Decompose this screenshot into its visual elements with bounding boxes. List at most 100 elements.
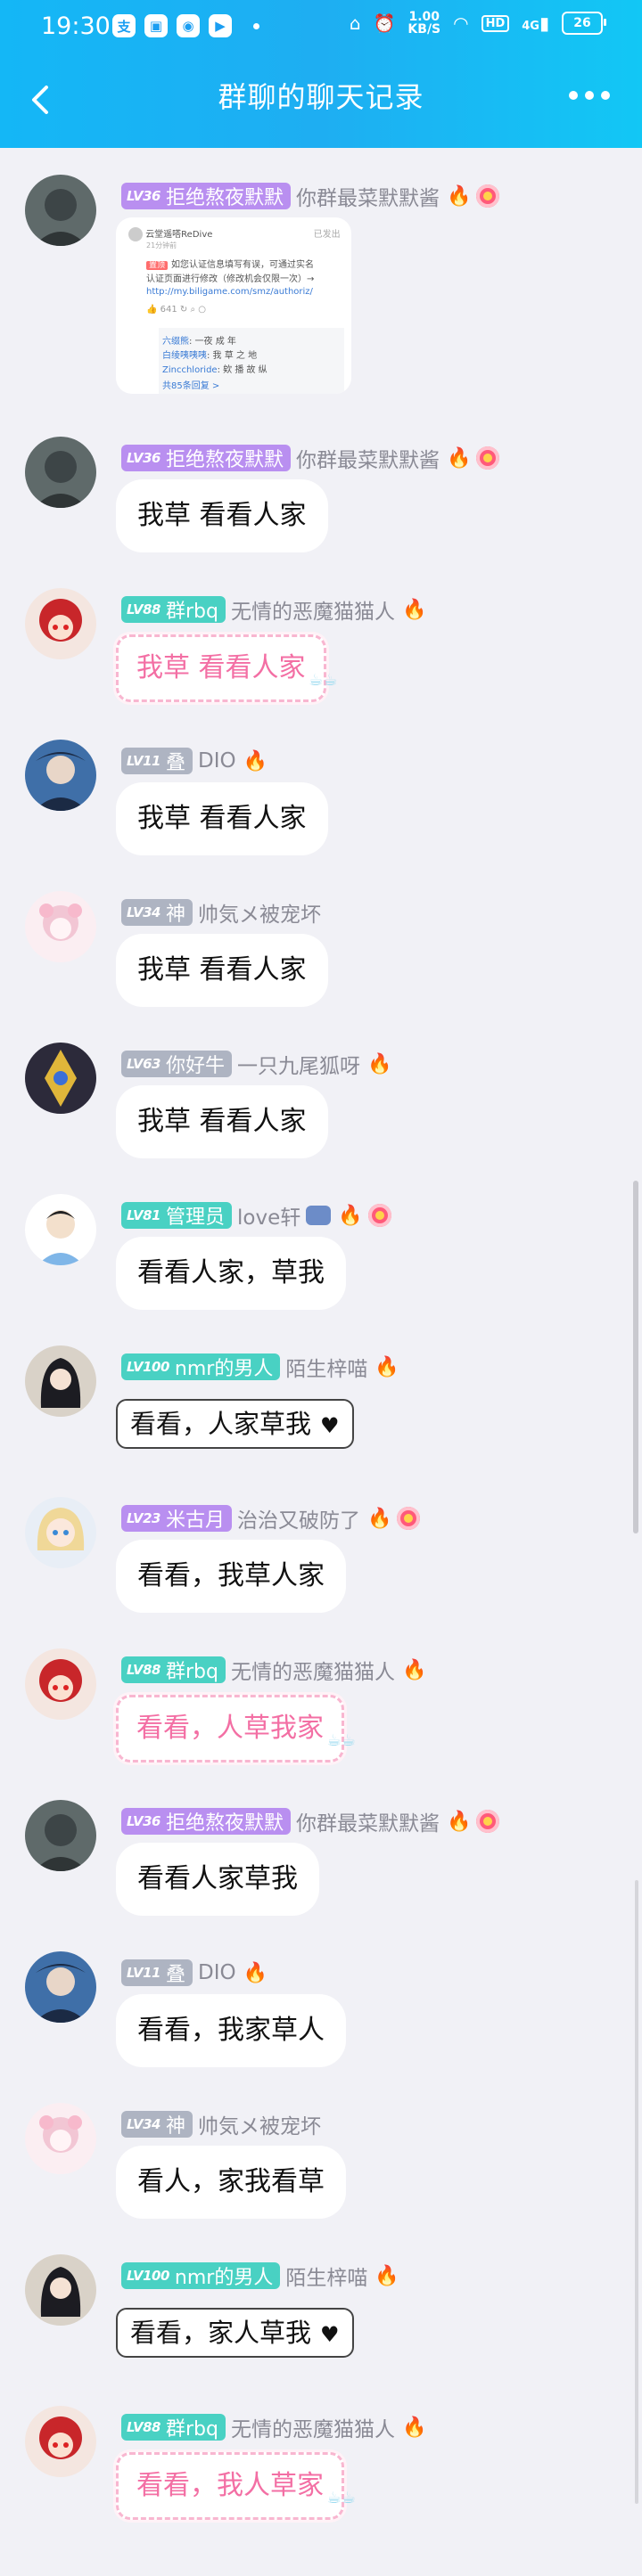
message-bubble[interactable]: 看看，家人草我 ♥ [116,2308,354,2358]
avatar[interactable] [25,437,96,508]
fire-icon: 🔥 [401,2416,427,2439]
sender-name[interactable]: 帅気メ被宠坏 [198,897,321,928]
post-author: 云堂遥嗒ReDive [145,230,213,240]
fire-icon: 🔥 [447,184,472,208]
sender-name[interactable]: 无情的恶魔猫猫人 [231,594,395,625]
alarm-icon: ⏰ [373,12,396,34]
scrollbar[interactable] [633,1181,638,1533]
avatar[interactable] [25,175,96,246]
member-title-badge: LV34 神 [121,2111,193,2138]
avatar[interactable] [25,2103,96,2174]
member-title-badge: LV34 神 [121,899,193,926]
medal-icon [476,184,500,208]
avatar[interactable] [25,1345,96,1417]
avatar[interactable] [25,1497,96,1568]
sender-name[interactable]: 无情的恶魔猫猫人 [231,2412,395,2442]
more-replies: 共85条回复 > [162,381,220,391]
member-title-badge: LV88 群rbq [121,596,226,623]
fire-icon: 🔥 [447,446,472,470]
chat-message: LV36 拒绝熬夜默默 你群最菜默默酱 🔥 我草 看看人家 [0,437,642,561]
video-icon: ▶ [209,14,232,37]
signal-icon: 4G▮ [522,12,549,34]
avatar[interactable] [25,1194,96,1265]
sender-info: LV36 拒绝熬夜默默 你群最菜默默酱 🔥 [121,181,500,211]
heart-icon: ♥ [320,2322,340,2347]
chat-message: LV100 nmr的男人 陌生梓喵 🔥 看看，人家草我 ♥ [0,1345,642,1470]
sender-name[interactable]: 陌生梓喵 [285,1352,367,1382]
fire-icon: 🔥 [401,1658,427,1681]
author-avatar [128,227,143,241]
avatar[interactable] [25,1951,96,2023]
navigation-bar: 群聊的聊天记录 [0,59,642,148]
sender-name[interactable]: 你群最菜默默酱 [296,1806,440,1836]
more-notifications-icon [253,22,259,29]
chat-message: LV88 群rbq 无情的恶魔猫猫人 🔥 看看，人草我家 ☕☕ [0,1648,642,1773]
avatar[interactable] [25,2406,96,2477]
sender-name[interactable]: 你群最菜默默酱 [296,181,440,211]
sender-name[interactable]: love轩 [237,1200,300,1231]
avatar[interactable] [25,2254,96,2326]
sender-name[interactable]: DIO [198,1961,236,1984]
message-bubble[interactable]: 看看，我草人家 [116,1540,346,1613]
fire-icon: 🔥 [243,749,268,773]
sender-info: LV34 神 帅気メ被宠坏 [121,2110,321,2138]
vpn-icon: ⌂ [349,12,361,34]
post-actions: 👍 641 ↻ ⌕ ○ [146,305,206,315]
network-speed: 1.00 KB/S [407,10,441,37]
member-title-badge: LV23 米古月 [121,1505,232,1532]
message-bubble[interactable]: 看看，我家草人 [116,1994,346,2067]
message-bubble[interactable]: 我草 看看人家 ☕☕ [116,634,338,702]
sender-info: LV100 nmr的男人 陌生梓喵 🔥 [121,1353,399,1381]
post-replies: 六缀熊: 一夜 成 年 白绫咦咦咦: 我 草 之 地 Zincchloride:… [159,328,344,394]
message-bubble[interactable]: 我草 看看人家 [116,782,328,855]
image-message[interactable]: 云堂遥嗒ReDive 已发出 21分钟前 置顶 如您认证信息填写有误，可通过实名 … [116,217,351,394]
system-icons: ⌂ ⏰ 1.00 KB/S ◠ HD 4G▮ 26 [349,10,606,37]
avatar[interactable] [25,891,96,962]
sender-info: LV100 nmr的男人 陌生梓喵 🔥 [121,2261,399,2290]
post-line-1: 如您认证信息填写有误，可通过实名 [171,260,315,270]
avatar[interactable] [25,1800,96,1871]
sender-name[interactable]: 帅気メ被宠坏 [198,2109,321,2139]
member-title-badge: LV100 nmr的男人 [121,2262,281,2289]
fire-icon: 🔥 [338,1204,363,1227]
sender-info: LV88 群rbq 无情的恶魔猫猫人 🔥 [121,1656,426,1684]
sender-name[interactable]: 无情的恶魔猫猫人 [231,1655,395,1685]
chat-message: LV23 米古月 治治又破防了 🔥 看看，我草人家 [0,1497,642,1622]
hd-badge: HD [481,14,510,32]
sender-name[interactable]: 治治又破防了 [237,1503,360,1533]
chat-message: LV34 神 帅気メ被宠坏 我草 看看人家 [0,891,642,1016]
more-options-icon[interactable] [569,91,610,100]
message-bubble[interactable]: 看看，人草我家 ☕☕ [116,1695,356,1762]
reply-text: : 欸 播 故 纵 [217,365,268,375]
member-title-badge: LV11 叠 [121,748,193,774]
fire-icon: 🔥 [243,1961,268,1984]
sender-name[interactable]: 你群最菜默默酱 [296,443,440,473]
reply-name: 六缀熊 [162,337,189,347]
message-bubble[interactable]: 看看，我人草家 ☕☕ [116,2452,356,2520]
avatar[interactable] [25,1648,96,1720]
avatar[interactable] [25,588,96,659]
reply-text: : 一夜 成 年 [189,337,236,347]
heart-icon: ♥ [320,1413,340,1438]
message-bubble[interactable]: 看看人家草我 [116,1843,319,1916]
message-bubble[interactable]: 看看人家，草我 [116,1237,346,1310]
sender-name[interactable]: DIO [198,749,236,773]
message-bubble[interactable]: 我草 看看人家 [116,479,328,552]
member-title-badge: LV88 群rbq [121,1656,226,1683]
avatar[interactable] [25,1043,96,1114]
app-header: 19:30 支 ▣ ◉ ▶ ⌂ ⏰ 1.00 KB/S ◠ HD 4G▮ 26 群… [0,0,642,148]
wifi-icon: ◠ [453,12,469,34]
chat-message: LV36 拒绝熬夜默默 你群最菜默默酱 🔥 云堂遥嗒ReDive 已发出 21分钟… [0,175,642,406]
member-title-badge: LV88 群rbq [121,2414,226,2441]
alipay-icon: 支 [112,14,136,37]
sender-name[interactable]: 一只九尾狐呀 [237,1049,360,1079]
sender-info: LV11 叠 DIO 🔥 [121,1959,268,1987]
message-bubble[interactable]: 看看，人家草我 ♥ [116,1399,354,1449]
notification-icons: 支 ▣ ◉ ▶ [112,14,259,37]
message-bubble[interactable]: 我草 看看人家 [116,1085,328,1158]
avatar[interactable] [25,740,96,811]
message-bubble[interactable]: 看人，家我看草 [116,2146,346,2219]
sender-name[interactable]: 陌生梓喵 [285,2261,367,2291]
medal-icon [476,1810,500,1833]
message-bubble[interactable]: 我草 看看人家 [116,934,328,1007]
